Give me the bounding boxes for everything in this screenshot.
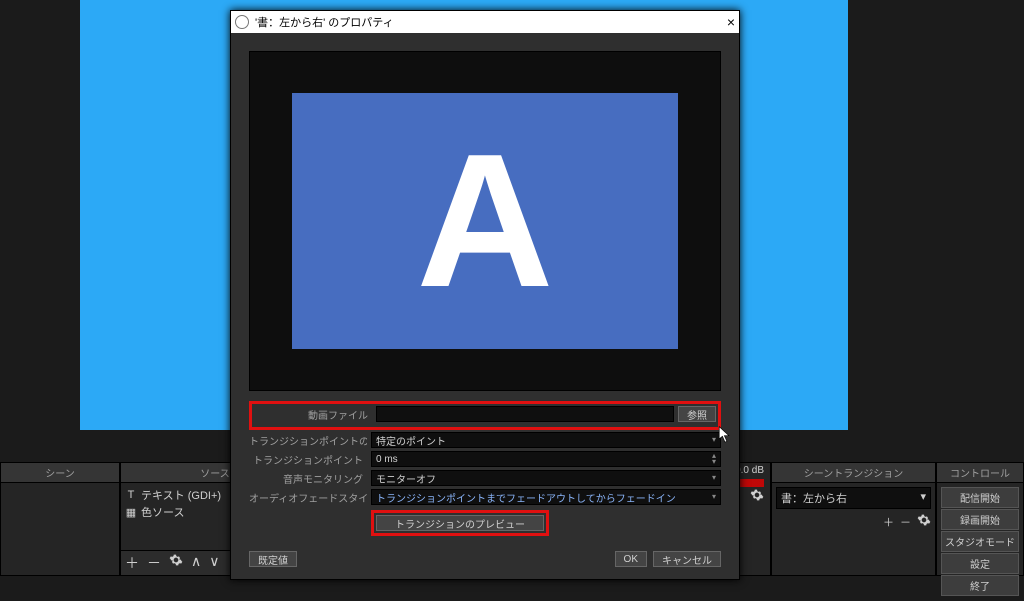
label-audio-monitor: 音声モニタリング: [249, 471, 367, 486]
highlight-video-file: 動画ファイル 参照: [249, 401, 721, 430]
transition-selected: 書：左から右: [781, 490, 847, 506]
exit-button[interactable]: 終了: [941, 575, 1019, 596]
chevron-down-icon: ▾: [712, 437, 716, 443]
label-point-type: トランジションポイントの種類: [249, 433, 367, 448]
dialog-title: '書：左から右' のプロパティ: [255, 14, 727, 30]
remove-source-button[interactable]: －: [147, 553, 161, 573]
stinger-properties-dialog: '書：左から右' のプロパティ × A 動画ファイル 参照 トランジションポイン…: [230, 10, 740, 580]
source-label: テキスト (GDI+): [141, 487, 221, 503]
add-source-button[interactable]: ＋: [125, 553, 139, 573]
dialog-titlebar[interactable]: '書：左から右' のプロパティ ×: [231, 11, 739, 33]
move-up-button[interactable]: ∧: [191, 553, 201, 573]
row-transition-point: トランジションポイント 0 ms ▴▾: [249, 451, 721, 467]
ok-button[interactable]: OK: [615, 551, 647, 567]
browse-button[interactable]: 参照: [678, 406, 716, 422]
point-type-dropdown[interactable]: 特定のポイント ▾: [371, 432, 721, 448]
row-video-file: 動画ファイル 参照: [254, 406, 716, 422]
dock-scenes-title: シーン: [1, 463, 119, 483]
row-audio-monitor: 音声モニタリング モニターオフ ▾: [249, 470, 721, 486]
video-file-input[interactable]: [376, 406, 674, 422]
transition-dropdown[interactable]: 書：左から右 ▾: [776, 487, 931, 509]
properties-form: 動画ファイル 参照 トランジションポイントの種類 特定のポイント ▾ トランジシ…: [231, 391, 739, 545]
close-icon[interactable]: ×: [727, 14, 735, 30]
chevron-down-icon: ▾: [712, 475, 716, 481]
row-preview-transition: トランジションのプレビュー: [249, 508, 721, 538]
row-point-type: トランジションポイントの種類 特定のポイント ▾: [249, 432, 721, 448]
highlight-preview-button: トランジションのプレビュー: [371, 510, 549, 536]
audio-fade-dropdown[interactable]: トランジションポイントまでフェードアウトしてからフェードイン ▾: [371, 489, 721, 505]
dock-transitions: シーントランジション 書：左から右 ▾ ＋ －: [771, 462, 936, 576]
chevron-down-icon: ▾: [920, 490, 926, 506]
text-icon: T: [125, 489, 137, 501]
dock-transitions-title: シーントランジション: [772, 463, 935, 483]
chevron-down-icon: ▾: [712, 494, 716, 500]
studio-mode-button[interactable]: スタジオモード: [941, 531, 1019, 552]
gear-icon[interactable]: [169, 553, 183, 573]
transition-preview-area: A: [249, 51, 721, 391]
preview-transition-button[interactable]: トランジションのプレビュー: [376, 515, 544, 531]
add-transition-button[interactable]: ＋: [883, 514, 894, 530]
start-recording-button[interactable]: 録画開始: [941, 509, 1019, 530]
move-down-button[interactable]: ∨: [209, 553, 219, 573]
start-streaming-button[interactable]: 配信開始: [941, 487, 1019, 508]
dialog-footer: 既定値 OK キャンセル: [231, 545, 739, 579]
color-source-icon: ▦: [125, 506, 137, 518]
spinner-icon: ▴▾: [712, 453, 716, 465]
settings-button[interactable]: 設定: [941, 553, 1019, 574]
dock-controls-title: コントロール: [937, 463, 1023, 483]
source-label: 色ソース: [141, 504, 184, 520]
label-transition-point: トランジションポイント: [249, 452, 367, 467]
preview-letter: A: [416, 126, 553, 316]
transition-point-input[interactable]: 0 ms ▴▾: [371, 451, 721, 467]
label-video-file: 動画ファイル: [254, 407, 372, 422]
dock-controls: コントロール 配信開始 録画開始 スタジオモード 設定 終了: [936, 462, 1024, 576]
gear-icon[interactable]: [917, 513, 931, 530]
defaults-button[interactable]: 既定値: [249, 551, 297, 567]
remove-transition-button[interactable]: －: [900, 514, 911, 530]
label-audio-fade: オーディオフェードスタイル: [249, 490, 367, 505]
gear-icon[interactable]: [750, 488, 764, 505]
row-audio-fade: オーディオフェードスタイル トランジションポイントまでフェードアウトしてからフェ…: [249, 489, 721, 505]
cancel-button[interactable]: キャンセル: [653, 551, 721, 567]
audio-monitor-dropdown[interactable]: モニターオフ ▾: [371, 470, 721, 486]
preview-scene: A: [292, 93, 677, 350]
dock-scenes: シーン: [0, 462, 120, 576]
obs-app-icon: [235, 15, 249, 29]
